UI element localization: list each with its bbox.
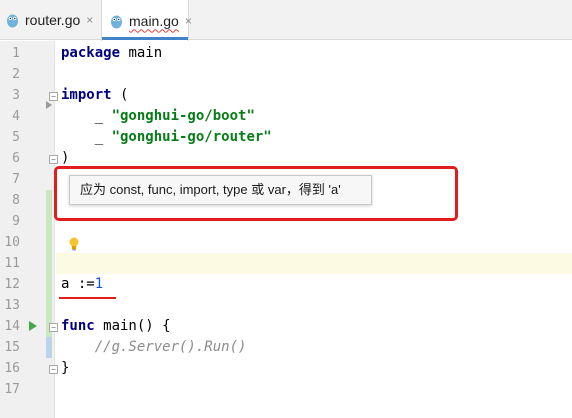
fold-arrow-icon[interactable] [46, 101, 52, 109]
editor-gutter[interactable]: 1 2 3 4 5 6 7 8 9 10 11 12 13 14 15 16 1… [0, 41, 58, 418]
line-number: 17 [4, 382, 20, 397]
line-number: 7 [12, 172, 20, 187]
code-line-4: _ "gonghui-go/boot" [61, 108, 255, 124]
line-number: 6 [12, 151, 20, 166]
tab-main-go[interactable]: main.go × [101, 0, 192, 41]
lightbulb-icon[interactable] [68, 236, 80, 251]
line-number: 3 [12, 88, 20, 103]
close-icon[interactable]: × [185, 14, 192, 28]
vcs-change-marker[interactable] [46, 190, 52, 274]
code-line-14: func main() { [61, 318, 171, 334]
line-number: 5 [12, 130, 20, 145]
line-number: 8 [12, 193, 20, 208]
code-line-15: //g.Server().Run() [61, 339, 247, 355]
code-line-3: import ( [61, 87, 129, 103]
line-number: 1 [12, 46, 20, 61]
line-number: 14 [4, 319, 20, 334]
annotation-underline [59, 297, 116, 299]
annotation-highlight-box [54, 166, 458, 221]
tab-label: router.go [25, 12, 81, 28]
line-number: 4 [12, 109, 20, 124]
current-line-highlight [56, 253, 572, 274]
code-editor[interactable]: package main import ( _ "gonghui-go/boot… [56, 41, 572, 418]
tab-label: main.go [129, 12, 179, 29]
line-number: 16 [4, 361, 20, 376]
line-number: 12 [4, 277, 20, 292]
vcs-change-marker[interactable] [46, 337, 52, 358]
line-number: 15 [4, 340, 20, 355]
run-icon[interactable] [29, 321, 37, 331]
line-number: 2 [12, 67, 20, 82]
line-number: 13 [4, 298, 20, 313]
go-file-icon [6, 12, 19, 28]
line-number: 10 [4, 235, 20, 250]
close-icon[interactable]: × [86, 13, 93, 27]
code-line-1: package main [61, 45, 163, 61]
tab-router-go[interactable]: router.go × [0, 0, 100, 40]
line-number: 9 [12, 214, 20, 229]
code-line-16: } [61, 360, 70, 376]
code-line-5: _ "gonghui-go/router" [61, 129, 272, 145]
editor-tab-bar: router.go × main.go × [0, 0, 572, 41]
line-number: 11 [4, 256, 20, 271]
go-file-icon [110, 13, 123, 29]
code-line-12: a :=1 [61, 276, 104, 292]
